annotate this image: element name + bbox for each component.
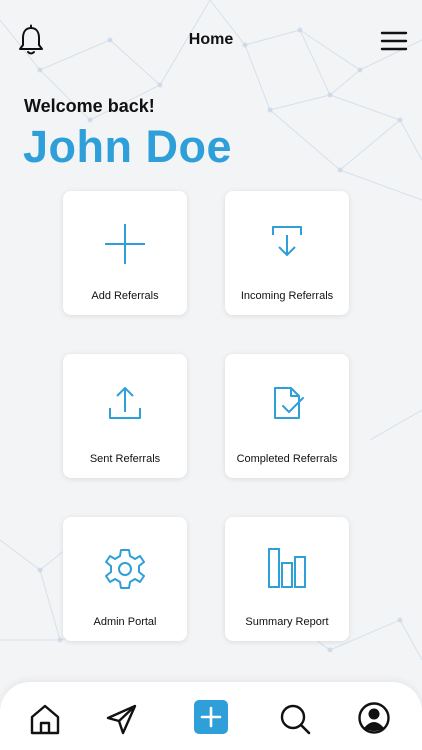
tile-label: Summary Report	[245, 616, 329, 628]
admin-portal-tile[interactable]: Admin Portal	[63, 517, 187, 641]
bottom-navigation	[0, 682, 422, 750]
summary-report-tile[interactable]: Summary Report	[225, 517, 349, 641]
add-referrals-tile[interactable]: Add Referrals	[63, 191, 187, 315]
profile-icon[interactable]	[357, 701, 391, 735]
tile-label: Sent Referrals	[89, 453, 161, 465]
sent-referrals-tile[interactable]: Sent Referrals	[63, 354, 187, 478]
home-icon[interactable]	[28, 702, 62, 736]
add-icon[interactable]	[194, 700, 228, 734]
referral-tiles-grid: Add Referrals Incoming Referrals Sent Re…	[0, 0, 422, 680]
incoming-referrals-tile[interactable]: Incoming Referrals	[225, 191, 349, 315]
gear-icon	[105, 549, 145, 589]
upload-icon	[109, 387, 141, 419]
document-check-icon	[274, 387, 304, 419]
tile-label: Completed Referrals	[236, 453, 338, 465]
tile-label: Admin Portal	[93, 616, 157, 628]
search-icon[interactable]	[278, 702, 312, 736]
tile-label: Incoming Referrals	[240, 290, 334, 302]
send-icon[interactable]	[104, 702, 138, 736]
plus-icon	[105, 224, 145, 264]
inbox-download-icon	[272, 226, 302, 256]
bar-chart-icon	[268, 548, 306, 588]
completed-referrals-tile[interactable]: Completed Referrals	[225, 354, 349, 478]
tile-label: Add Referrals	[91, 290, 159, 302]
